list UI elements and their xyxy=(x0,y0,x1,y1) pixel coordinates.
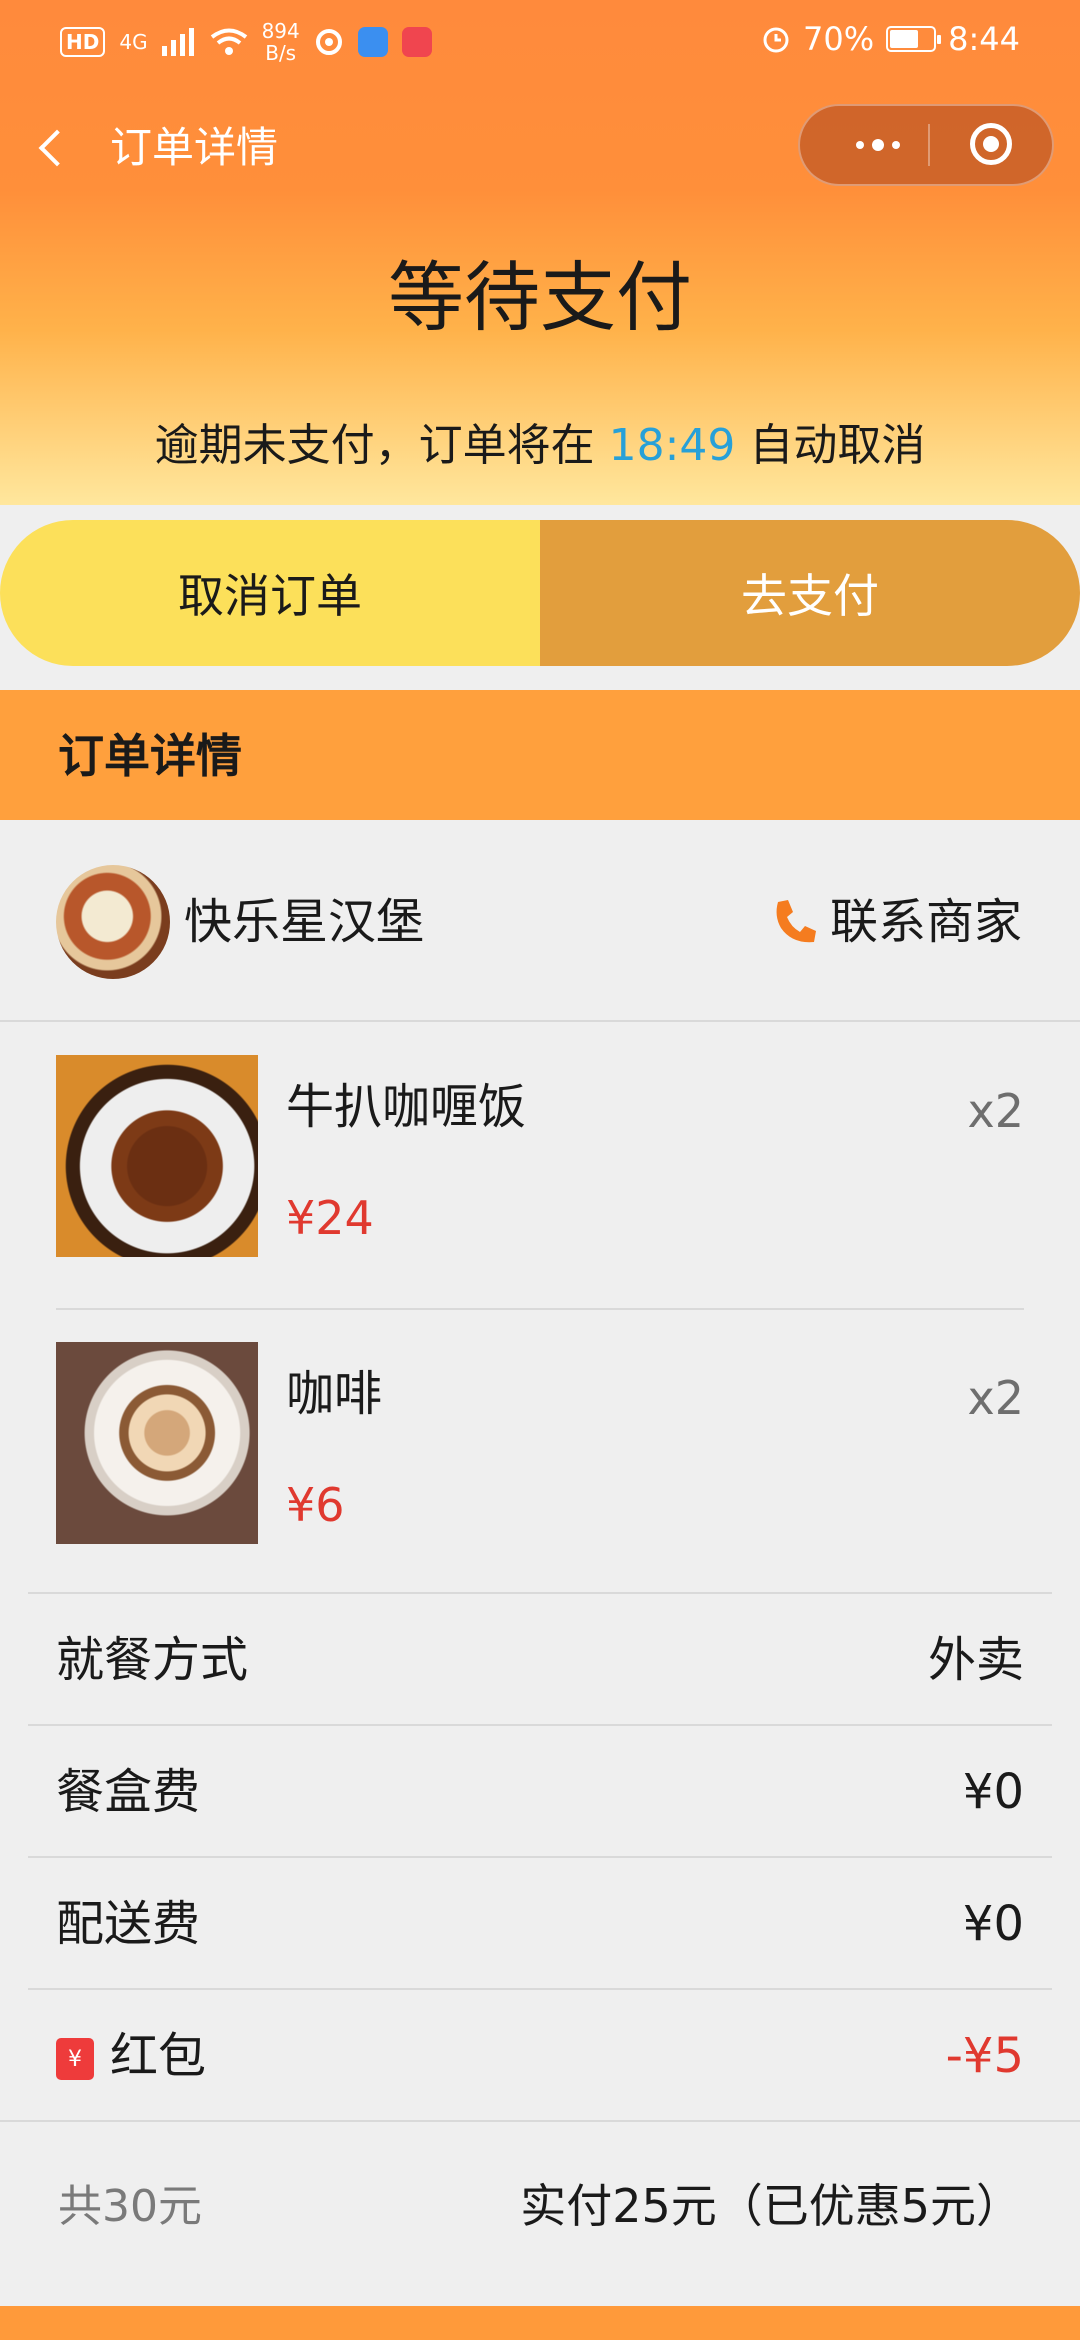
delivery-fee-label: 配送费 xyxy=(56,1896,201,1952)
shop-name: 快乐星汉堡 xyxy=(184,894,425,950)
notice-prefix: 逾期未支付，订单将在 xyxy=(154,420,609,471)
message-app-icon xyxy=(357,27,388,57)
dining-method-value: 外卖 xyxy=(927,1632,1024,1688)
coupon-label: 红包 xyxy=(110,2028,207,2084)
speed-value: 894 xyxy=(261,19,300,43)
order-item: 咖啡 ¥6 x2 xyxy=(56,1310,1024,1595)
item-quantity: x2 xyxy=(967,1371,1025,1425)
box-fee-row: 餐盒费 ¥0 xyxy=(28,1724,1052,1856)
mini-program-capsule xyxy=(798,104,1054,186)
contact-label: 联系商家 xyxy=(829,894,1022,950)
box-fee-label: 餐盒费 xyxy=(56,1764,201,1820)
order-summary: 共30元 实付25元（已优惠5元） xyxy=(0,2120,1080,2292)
item-image xyxy=(56,1055,258,1257)
item-quantity: x2 xyxy=(967,1084,1025,1138)
clock: 8:44 xyxy=(948,20,1020,58)
total-amount: 共30元 xyxy=(58,2181,202,2232)
item-image xyxy=(56,1342,258,1544)
shop-row: 快乐星汉堡 联系商家 xyxy=(0,820,1080,1022)
section-title: 订单详情 xyxy=(58,729,242,783)
item-price: ¥24 xyxy=(286,1191,374,1245)
delivery-fee-value: ¥0 xyxy=(962,1896,1024,1952)
item-name: 牛扒咖喱饭 xyxy=(286,1079,527,1135)
network-label: 4G xyxy=(119,30,148,54)
battery-percent: 70% xyxy=(803,20,875,58)
battery-icon xyxy=(886,26,942,52)
red-packet-symbol: ¥ xyxy=(68,2047,82,2072)
item-price: ¥6 xyxy=(286,1478,345,1532)
huawei-store-icon xyxy=(401,27,432,57)
status-bar: HD 4G 894 B/s 70% 8:44 xyxy=(0,0,1080,80)
coupon-label-group: ¥ 红包 xyxy=(56,2026,206,2086)
shop-logo xyxy=(56,865,170,979)
pay-button[interactable]: 去支付 xyxy=(540,520,1080,666)
contact-merchant-button[interactable]: 联系商家 xyxy=(772,892,1022,952)
back-button[interactable] xyxy=(30,118,74,178)
coupon-row: ¥ 红包 -¥5 xyxy=(28,1988,1052,2120)
page-title: 等待支付 xyxy=(388,253,692,342)
wifi-icon xyxy=(210,28,247,55)
more-icon[interactable] xyxy=(830,106,926,184)
phone-icon xyxy=(772,898,816,946)
netease-icon xyxy=(315,29,342,55)
cancel-order-button[interactable]: 取消订单 xyxy=(0,520,540,666)
notice-suffix: 自动取消 xyxy=(735,420,926,471)
countdown-notice: 逾期未支付，订单将在 18:49 自动取消 xyxy=(0,418,1080,474)
fee-list: 就餐方式 外卖 餐盒费 ¥0 配送费 ¥0 ¥ 红包 -¥5 xyxy=(28,1592,1052,2120)
signal-icon xyxy=(161,28,194,56)
speed-unit: B/s xyxy=(265,41,297,65)
countdown-time: 18:49 xyxy=(608,420,736,471)
paid-amount: 实付25元（已优惠5元） xyxy=(520,2179,1022,2233)
alarm-icon xyxy=(763,27,789,53)
dining-method-row: 就餐方式 外卖 xyxy=(28,1592,1052,1724)
hd-icon: HD xyxy=(60,27,106,57)
capsule-divider xyxy=(928,124,930,166)
item-name: 咖啡 xyxy=(286,1366,383,1422)
dining-method-label: 就餐方式 xyxy=(56,1632,249,1688)
nav-title: 订单详情 xyxy=(110,123,279,172)
coupon-value: -¥5 xyxy=(945,2028,1024,2084)
red-packet-icon: ¥ xyxy=(56,2038,94,2080)
close-target-icon[interactable] xyxy=(970,123,1012,165)
delivery-fee-row: 配送费 ¥0 xyxy=(28,1856,1052,1988)
section-header: 订单详情 xyxy=(0,690,1080,820)
order-item: 牛扒咖喱饭 ¥24 x2 xyxy=(56,1023,1024,1310)
order-actions: 取消订单 去支付 xyxy=(0,520,1080,666)
box-fee-value: ¥0 xyxy=(962,1764,1024,1820)
navigation-bar: 订单详情 xyxy=(0,100,1080,196)
bottom-bar xyxy=(0,2306,1080,2340)
network-speed: 894 B/s xyxy=(262,20,300,64)
